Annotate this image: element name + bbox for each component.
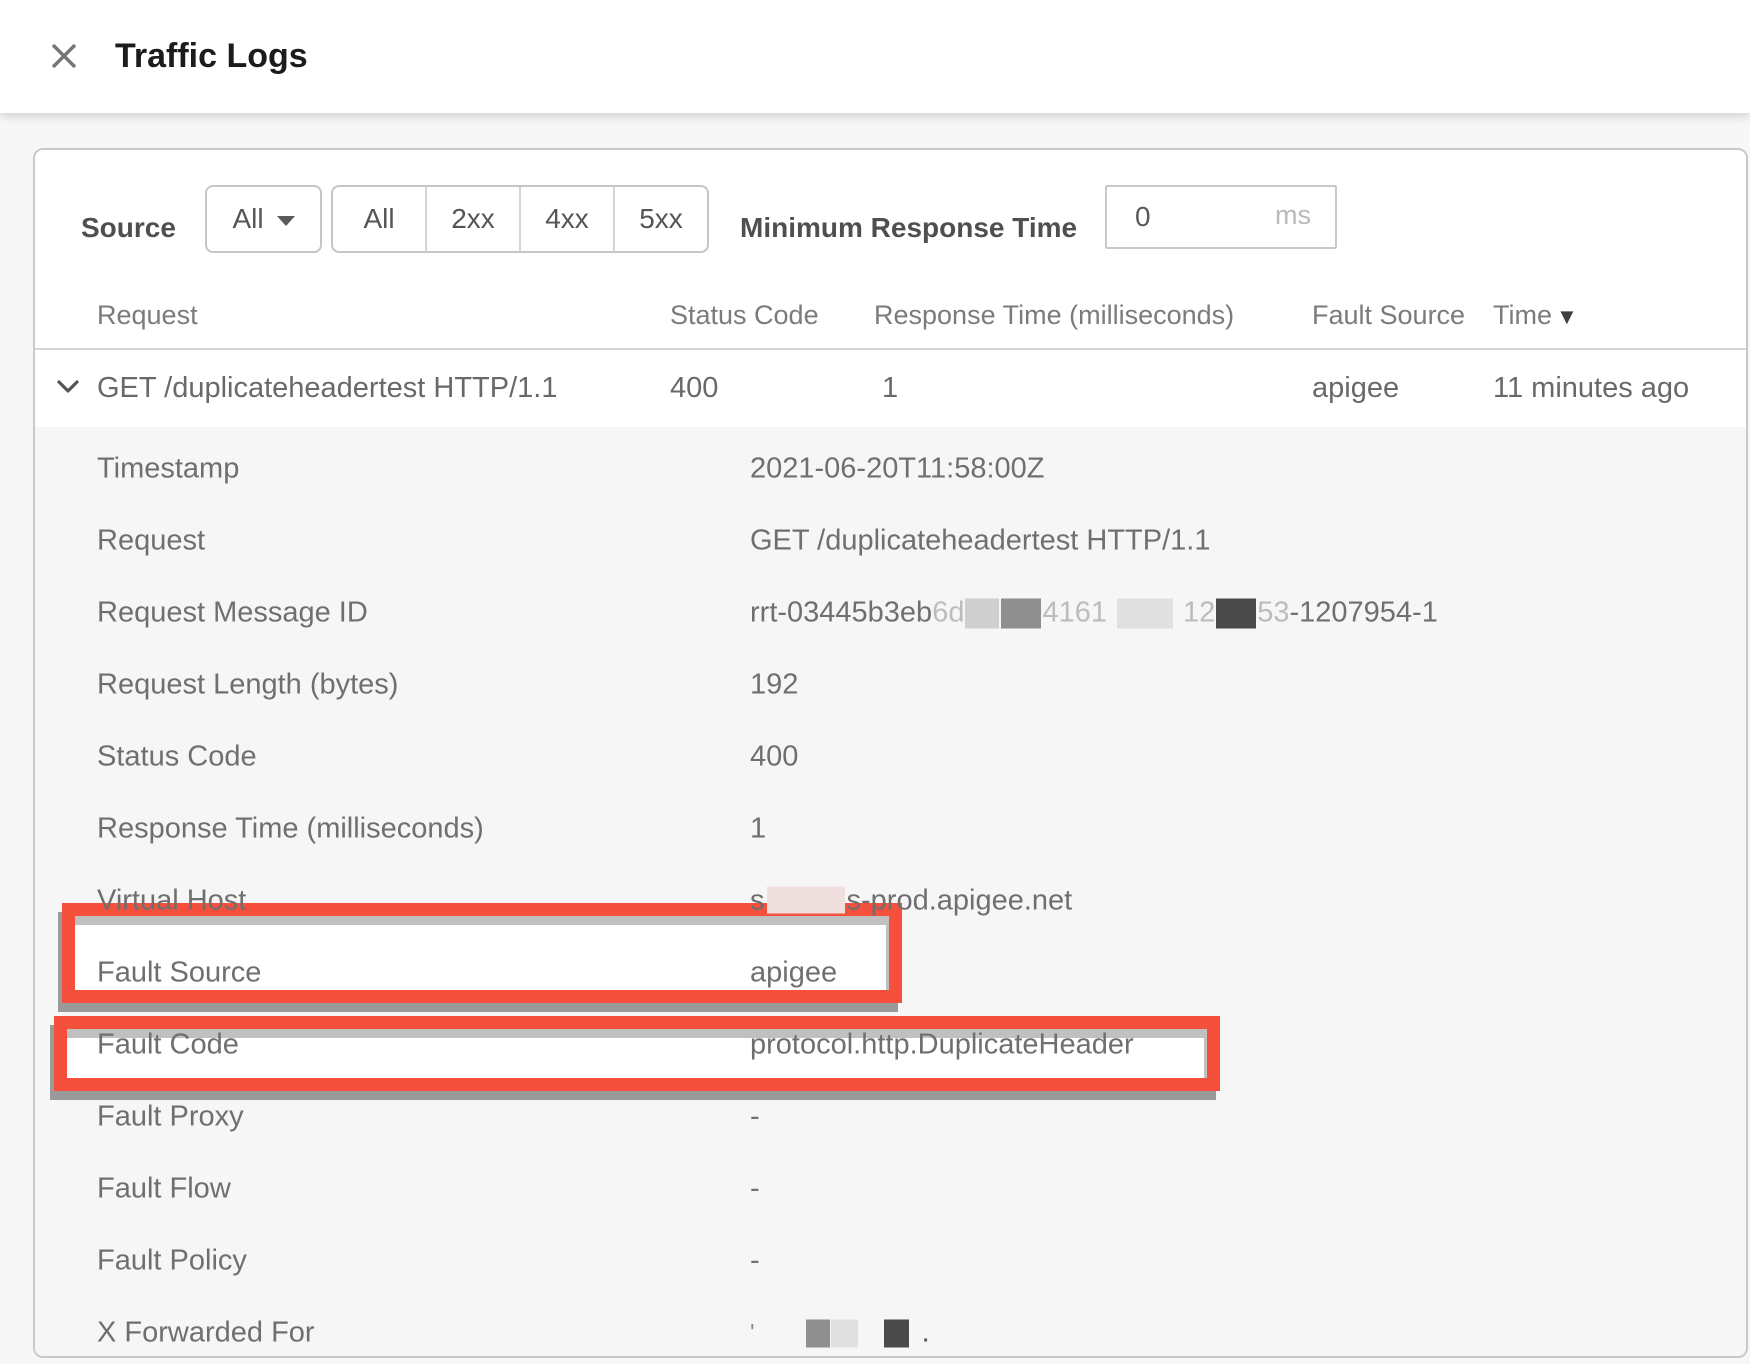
detail-row-fault-flow: Fault Flow - — [35, 1153, 1746, 1225]
detail-row-request: Request GET /duplicateheadertest HTTP/1.… — [35, 505, 1746, 577]
chevron-down-icon[interactable] — [55, 378, 81, 396]
log-row-fault-source: apigee — [1312, 372, 1399, 405]
column-header-response-time: Response Time (milliseconds) — [874, 300, 1234, 331]
detail-row-status-code: Status Code 400 — [35, 721, 1746, 793]
column-header-time[interactable]: Time▼ — [1493, 300, 1578, 331]
min-response-label: Minimum Response Time — [740, 212, 1077, 244]
redaction-box — [965, 599, 999, 629]
log-row-response-time: 1 — [882, 372, 898, 405]
redaction-box — [1117, 599, 1173, 629]
log-row[interactable]: GET /duplicateheadertest HTTP/1.1 400 1 … — [35, 350, 1746, 427]
column-header-status-code: Status Code — [670, 300, 819, 331]
detail-row-fault-source: Fault Source apigee — [35, 937, 1746, 1009]
log-row-status-code: 400 — [670, 372, 718, 405]
min-response-input[interactable] — [1105, 185, 1337, 249]
log-row-request: GET /duplicateheadertest HTTP/1.1 — [97, 372, 557, 405]
chevron-down-icon — [277, 216, 295, 226]
log-row-time: 11 minutes ago — [1493, 372, 1689, 405]
detail-row-response-time: Response Time (milliseconds) 1 — [35, 793, 1746, 865]
status-filter-5xx[interactable]: 5xx — [613, 187, 707, 251]
detail-row-timestamp: Timestamp 2021-06-20T11:58:00Z — [35, 433, 1746, 505]
column-header-request: Request — [97, 300, 198, 331]
page-title: Traffic Logs — [115, 0, 308, 113]
redaction-box — [831, 1319, 858, 1347]
source-dropdown[interactable]: All — [205, 185, 322, 253]
detail-row-fault-proxy: Fault Proxy - — [35, 1081, 1746, 1153]
close-icon — [49, 41, 79, 71]
traffic-logs-panel: Source All All 2xx 4xx 5xx Minimum Respo… — [33, 148, 1748, 1358]
status-filter-group: All 2xx 4xx 5xx — [331, 185, 709, 253]
detail-row-x-forwarded-for: X Forwarded For '. — [35, 1297, 1746, 1358]
redaction-box — [767, 886, 845, 913]
detail-row-virtual-host: Virtual Host ss-prod.apigee.net — [35, 865, 1746, 937]
detail-row-fault-policy: Fault Policy - — [35, 1225, 1746, 1297]
detail-row-fault-code: Fault Code protocol.http.DuplicateHeader — [35, 1009, 1746, 1081]
redaction-box — [1216, 599, 1256, 629]
log-detail-panel: Timestamp 2021-06-20T11:58:00Z Request G… — [35, 427, 1746, 1356]
redaction-box — [806, 1319, 830, 1347]
header-bar: Traffic Logs — [0, 0, 1750, 113]
detail-row-request-length: Request Length (bytes) 192 — [35, 649, 1746, 721]
close-button[interactable] — [44, 36, 84, 76]
source-label: Source — [81, 212, 176, 244]
detail-row-request-message-id: Request Message ID rrt-03445b3eb6d416112… — [35, 577, 1746, 649]
redaction-box — [884, 1319, 909, 1347]
status-filter-all[interactable]: All — [333, 187, 425, 251]
status-filter-4xx[interactable]: 4xx — [519, 187, 613, 251]
status-filter-2xx[interactable]: 2xx — [425, 187, 519, 251]
column-header-fault-source: Fault Source — [1312, 300, 1465, 331]
redaction-box — [1001, 599, 1041, 629]
source-dropdown-value: All — [232, 203, 263, 235]
sort-desc-icon: ▼ — [1556, 304, 1578, 329]
